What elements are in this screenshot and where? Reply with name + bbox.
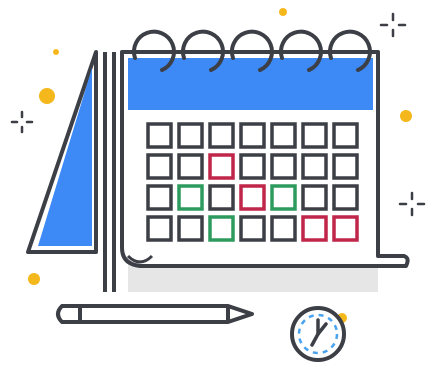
calendar-day-green	[208, 215, 235, 242]
calendar-day	[301, 184, 328, 211]
calendar-day	[332, 184, 359, 211]
calendar-day-red	[239, 184, 266, 211]
sparkle-icon	[379, 12, 407, 38]
clock-icon	[290, 306, 346, 362]
calendar-header	[128, 58, 373, 110]
calendar-illustration	[0, 0, 437, 368]
sparkle-icon	[10, 110, 34, 134]
dot-icon	[53, 49, 59, 55]
calendar-day	[332, 153, 359, 180]
calendar-day	[146, 153, 173, 180]
calendar-day	[177, 215, 204, 242]
calendar-day	[146, 215, 173, 242]
calendar-day	[270, 122, 297, 149]
calendar-day	[208, 184, 235, 211]
dot-icon	[39, 88, 55, 104]
calendar-day	[270, 153, 297, 180]
dot-icon	[28, 273, 40, 285]
calendar-day-green	[177, 184, 204, 211]
calendar-day-green	[270, 184, 297, 211]
calendar-day	[239, 215, 266, 242]
calendar-day	[270, 215, 297, 242]
calendar-day	[301, 153, 328, 180]
calendar-day	[301, 122, 328, 149]
calendar-back-cover	[26, 50, 116, 292]
calendar-planner-icon	[10, 8, 426, 362]
pencil-icon	[56, 304, 254, 324]
dot-icon	[400, 110, 412, 122]
calendar-day	[146, 184, 173, 211]
calendar-day	[239, 122, 266, 149]
calendar-day	[146, 122, 173, 149]
sparkle-icon	[398, 191, 426, 217]
calendar-day-red	[208, 153, 235, 180]
calendar-day	[208, 122, 235, 149]
calendar-day	[239, 153, 266, 180]
calendar-day	[177, 153, 204, 180]
calendar-day-red	[301, 215, 328, 242]
dot-icon	[279, 8, 287, 16]
calendar-day	[332, 122, 359, 149]
calendar-day-red	[332, 215, 359, 242]
calendar-day	[177, 122, 204, 149]
